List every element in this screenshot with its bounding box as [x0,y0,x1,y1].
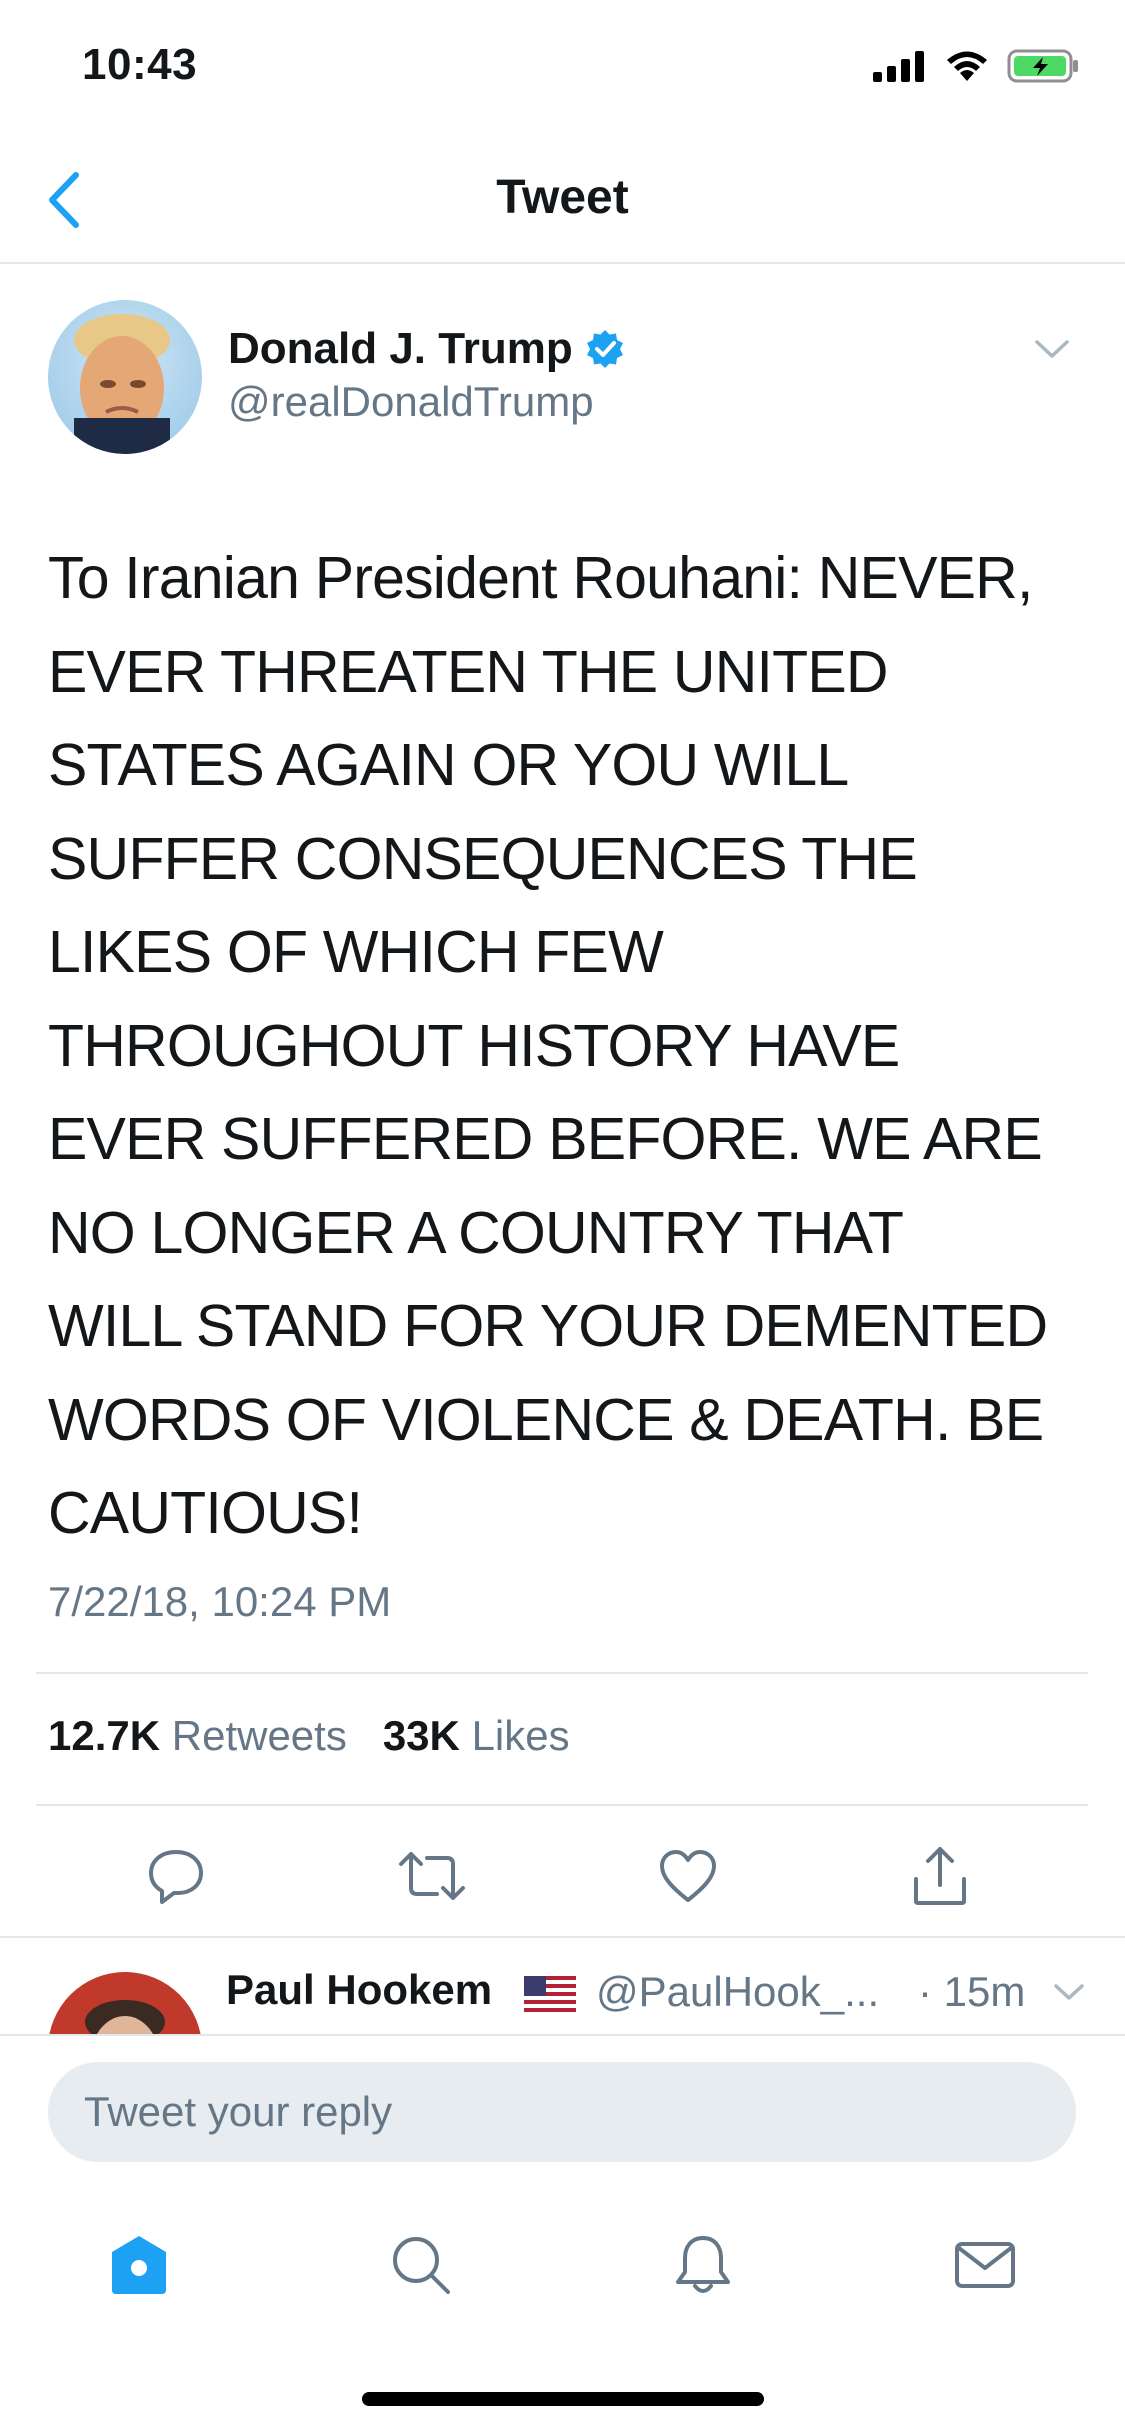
reply-item[interactable]: Paul Hookem @PaulHook_... · 15m [0,1940,1125,2036]
home-icon [112,2236,166,2294]
retweets-stat[interactable]: 12.7K Retweets [48,1712,347,1760]
author-handle[interactable]: @realDonaldTrump [228,378,594,426]
page-title: Tweet [496,171,629,224]
retweets-label: Retweets [171,1712,347,1759]
us-flag-icon [524,1976,576,2012]
tweet-stats: 12.7K Retweets 33K Likes [48,1712,570,1760]
author-name[interactable]: Donald J. Trump [228,324,625,374]
divider [36,1804,1088,1806]
author-name-text: Donald J. Trump [228,324,573,373]
tweet-header: Donald J. Trump @realDonaldTrump [48,300,1088,460]
reply-author-name[interactable]: Paul Hookem [226,1966,492,2014]
tab-home[interactable] [94,2220,184,2310]
retweet-button[interactable] [394,1838,470,1914]
reply-avatar[interactable] [48,1972,202,2036]
share-icon [914,1847,966,1905]
nav-bar: Tweet [0,132,1125,264]
reply-avatar-image [48,1972,202,2036]
reply-input[interactable] [48,2062,1076,2162]
author-avatar[interactable] [48,300,202,454]
likes-label: Likes [471,1712,570,1759]
reply-options-button[interactable] [1053,1982,1085,2007]
likes-stat[interactable]: 33K Likes [383,1712,570,1760]
screen: 10:43 Tweet Donald J. Trump @realDonaldT… [0,0,1125,2436]
divider [0,1936,1125,1938]
heart-icon [660,1850,716,1902]
tab-messages[interactable] [940,2220,1030,2310]
reply-icon [149,1850,203,1904]
retweet-icon [399,1852,465,1900]
tab-notifications[interactable] [658,2220,748,2310]
author-avatar-image [48,300,202,454]
status-icons [873,48,1081,84]
mail-icon [955,2242,1015,2288]
home-indicator[interactable] [362,2392,764,2406]
wifi-icon [947,51,987,81]
tweet-actions [0,1830,1125,1920]
tweet-text: To Iranian President Rouhani: NEVER, EVE… [48,545,1048,1546]
verified-badge-icon [586,330,623,368]
status-time: 10:43 [82,40,198,89]
tab-bar [0,2200,1125,2330]
chevron-down-icon [1054,1984,1084,2000]
reply-button[interactable] [138,1838,214,1914]
chevron-down-icon [1035,340,1069,358]
tab-search[interactable] [376,2220,466,2310]
search-icon [393,2237,450,2294]
status-bar: 10:43 [0,0,1125,132]
like-button[interactable] [650,1838,726,1914]
divider [36,1672,1088,1674]
reply-bar [0,2036,1125,2162]
reply-author-handle[interactable]: @PaulHook_... [596,1968,879,2016]
bell-icon [676,2236,730,2293]
tweet-options-button[interactable] [1034,338,1070,365]
share-button[interactable] [902,1838,978,1914]
battery-icon [1007,49,1078,83]
cellular-signal-icon [873,51,924,82]
reply-time: · 15m [918,1968,1026,2015]
tweet-timestamp: 7/22/18, 10:24 PM [48,1578,392,1625]
retweets-count: 12.7K [48,1712,161,1759]
likes-count: 33K [382,1712,460,1759]
